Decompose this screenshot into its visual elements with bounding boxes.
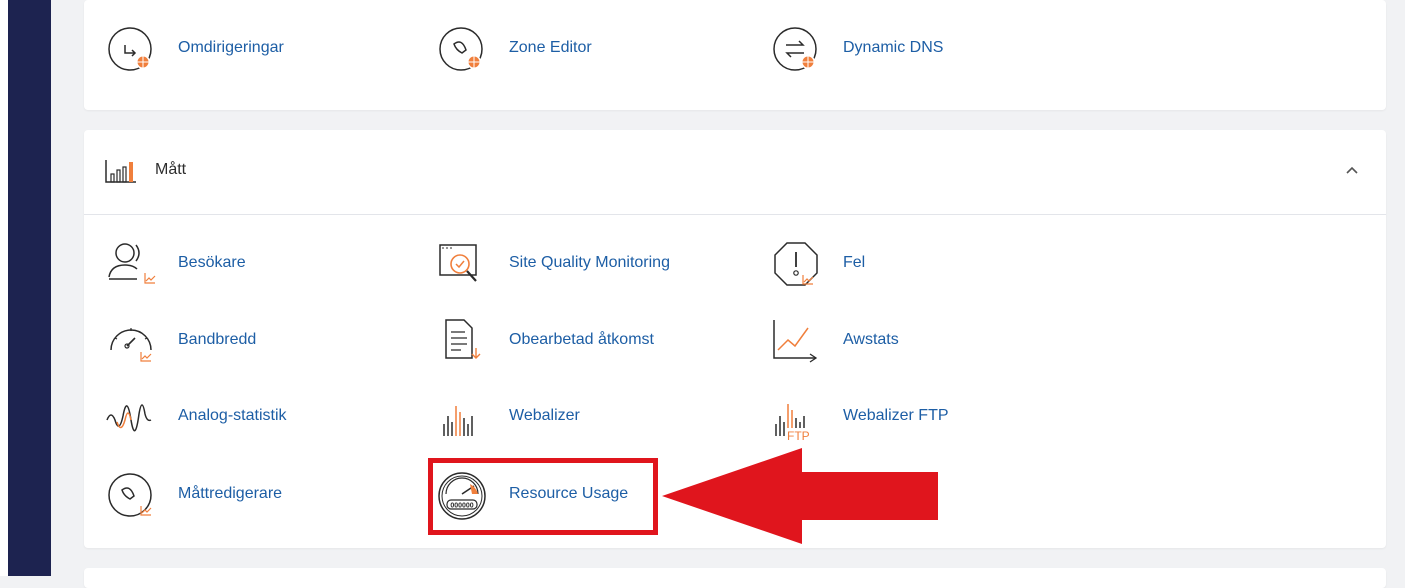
site-quality-icon (439, 244, 477, 282)
item-label: Awstats (843, 331, 899, 348)
chevron-up-icon[interactable] (1344, 164, 1360, 176)
bar-chart-icon (105, 160, 136, 183)
item-dynamic-dns[interactable]: Dynamic DNS (770, 24, 1070, 76)
item-errors[interactable]: Fel (770, 239, 1070, 291)
item-webalizer[interactable]: Webalizer (436, 392, 736, 444)
error-octagon-icon (774, 242, 818, 286)
item-label: Site Quality Monitoring (509, 254, 670, 271)
item-awstats[interactable]: Awstats (770, 316, 1070, 368)
next-card (84, 568, 1386, 588)
item-label: Besökare (178, 254, 246, 271)
item-bandwidth[interactable]: Bandbredd (105, 316, 405, 368)
webalizer-icon (443, 406, 473, 436)
item-metrics-editor[interactable]: Måttredigerare (105, 470, 405, 522)
redirect-globe-icon (108, 27, 152, 71)
red-arrow-icon (662, 448, 938, 544)
webalizer-ftp-icon: FTP (775, 404, 810, 443)
domains-card: Omdirigeringar Zone Editor Dynamic DNS (84, 0, 1386, 110)
visitors-icon (108, 243, 156, 284)
item-label: Webalizer FTP (843, 407, 949, 424)
raw-access-icon (445, 319, 481, 359)
item-label: Dynamic DNS (843, 39, 944, 56)
left-sidebar (0, 0, 51, 576)
item-redirects[interactable]: Omdirigeringar (105, 24, 405, 76)
item-label: Zone Editor (509, 39, 592, 56)
dynamic-dns-globe-icon (773, 27, 817, 71)
ftp-badge: FTP (787, 429, 810, 443)
item-raw-access[interactable]: Obearbetad åtkomst (436, 316, 736, 368)
item-label: Måttredigerare (178, 485, 283, 502)
item-label: Analog-statistik (178, 407, 287, 424)
analog-stats-icon (106, 404, 152, 432)
section-title: Mått (155, 161, 187, 178)
sidebar-bar (8, 0, 51, 576)
highlight-box (428, 458, 658, 535)
item-analog-stats[interactable]: Analog-statistik (105, 392, 405, 444)
zone-editor-globe-icon (439, 27, 483, 71)
item-label: Fel (843, 254, 866, 271)
bandwidth-gauge-icon (110, 328, 152, 362)
item-label: Omdirigeringar (178, 39, 284, 56)
item-zone-editor[interactable]: Zone Editor (436, 24, 736, 76)
awstats-icon (773, 320, 818, 363)
item-webalizer-ftp[interactable]: FTP Webalizer FTP (770, 392, 1070, 444)
item-label: Webalizer (509, 407, 580, 424)
item-label: Obearbetad åtkomst (509, 331, 654, 348)
metrics-card-header[interactable]: Mått (84, 130, 1386, 215)
item-site-quality-monitoring[interactable]: Site Quality Monitoring (436, 239, 736, 291)
item-label: Bandbredd (178, 331, 257, 348)
item-visitors[interactable]: Besökare (105, 239, 405, 291)
metrics-editor-icon (108, 473, 152, 517)
